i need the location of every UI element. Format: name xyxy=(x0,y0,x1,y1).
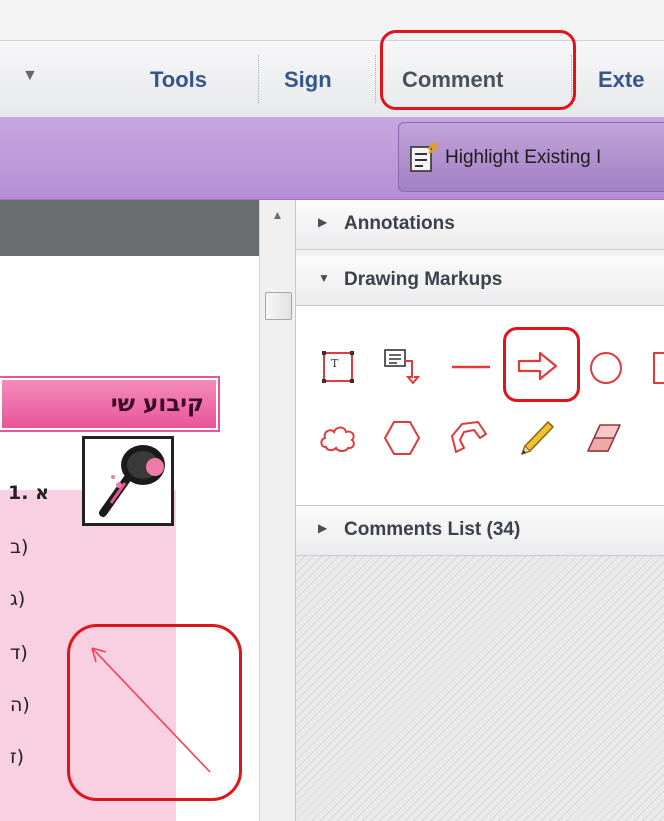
document-line: ג) xyxy=(10,588,26,610)
document-title-banner: קיבוע שי xyxy=(0,376,220,432)
highlight-existing-button[interactable]: Highlight Existing I xyxy=(398,122,664,192)
collapse-triangle-icon: ▼ xyxy=(318,271,330,285)
comments-list-empty-area xyxy=(296,556,664,821)
drawing-markups-tools: T xyxy=(296,306,664,506)
document-background xyxy=(0,200,259,256)
scroll-up-arrow-icon[interactable]: ▲ xyxy=(260,200,295,230)
expand-triangle-icon: ▶ xyxy=(318,215,328,229)
document-image xyxy=(82,436,174,526)
oval-icon[interactable] xyxy=(588,350,624,386)
vertical-scrollbar[interactable]: ▲ xyxy=(259,200,296,821)
customize-menu-icon[interactable]: ▼ xyxy=(22,67,38,85)
svg-text:T: T xyxy=(331,357,339,370)
document-line: ב) xyxy=(10,536,29,558)
text-box-icon[interactable]: T xyxy=(320,349,356,385)
tab-sign[interactable]: Sign xyxy=(284,67,332,93)
comments-list-panel-label: Comments List (34) xyxy=(344,519,521,540)
document-line: ד) xyxy=(10,642,28,664)
comment-ribbon: Highlight Existing I xyxy=(0,117,664,200)
polygon-icon[interactable] xyxy=(382,419,422,457)
annotations-panel-label: Annotations xyxy=(344,213,455,234)
tab-extended[interactable]: Exte xyxy=(598,67,644,93)
toolbar-separator xyxy=(258,55,259,103)
line-icon[interactable] xyxy=(450,362,492,372)
highlight-existing-label: Highlight Existing I xyxy=(445,147,602,168)
annotations-panel-header[interactable]: ▶ Annotations xyxy=(296,200,664,250)
tennis-racket-icon xyxy=(99,445,165,517)
comments-list-panel-header[interactable]: ▶ Comments List (34) xyxy=(296,506,664,556)
expand-triangle-icon: ▶ xyxy=(318,521,328,535)
drawing-markups-panel-label: Drawing Markups xyxy=(344,269,503,290)
document-line: ה) xyxy=(10,694,30,716)
cloud-icon[interactable] xyxy=(318,421,358,455)
comment-pane: ▶ Annotations ▼ Drawing Markups T ▶ Comm… xyxy=(296,200,664,821)
document-title: קיבוע שי xyxy=(110,391,204,417)
connected-lines-icon[interactable] xyxy=(448,418,490,458)
document-line: 1. א xyxy=(8,482,49,504)
toolbar-separator xyxy=(375,55,376,103)
tab-tools[interactable]: Tools xyxy=(150,67,207,93)
document-line: ז) xyxy=(10,746,24,768)
text-callout-icon[interactable] xyxy=(382,347,420,387)
highlight-existing-icon xyxy=(410,141,438,172)
pencil-icon[interactable] xyxy=(518,418,556,458)
arrow-annotation-highlight-callout xyxy=(67,624,242,801)
eraser-icon[interactable] xyxy=(582,421,624,455)
scroll-thumb[interactable] xyxy=(265,292,292,320)
rectangle-icon[interactable] xyxy=(652,350,664,386)
arrow-tool-highlight-callout xyxy=(503,327,580,402)
comment-tab-highlight-callout xyxy=(380,30,576,110)
drawing-markups-panel-header[interactable]: ▼ Drawing Markups xyxy=(296,256,664,306)
